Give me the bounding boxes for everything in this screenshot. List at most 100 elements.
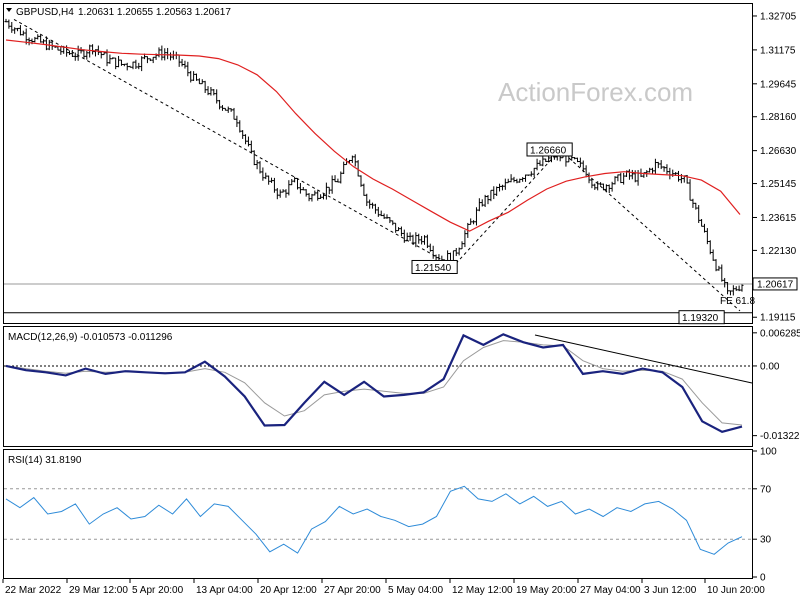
candle <box>483 194 487 207</box>
candle <box>128 65 132 68</box>
candle <box>316 190 320 201</box>
candle <box>651 167 655 174</box>
chart-menu-triangle-icon[interactable] <box>6 8 12 12</box>
rsi-axis-label: 70 <box>760 484 772 495</box>
candle <box>535 158 539 171</box>
candle <box>474 207 478 226</box>
candle <box>307 193 311 202</box>
candle <box>264 172 268 180</box>
candle <box>402 229 406 243</box>
candle <box>659 160 663 170</box>
candle <box>212 89 216 96</box>
candle <box>720 264 724 282</box>
candle <box>428 243 432 252</box>
candle <box>140 56 144 72</box>
candle <box>166 47 170 60</box>
candle <box>385 214 389 219</box>
candle <box>506 178 510 184</box>
candle <box>137 62 141 70</box>
candle <box>524 174 528 182</box>
price-axis-label: 1.22130 <box>760 246 797 257</box>
time-axis-label: 3 Jun 12:00 <box>644 585 697 596</box>
low-annotation: 1.21540 <box>411 259 458 274</box>
candle <box>414 232 418 248</box>
price-axis-label: 1.31175 <box>760 45 796 56</box>
candle <box>21 30 25 36</box>
candle <box>446 250 450 263</box>
candle <box>622 172 626 185</box>
candle <box>486 195 490 205</box>
candle <box>526 174 530 176</box>
price-panel-frame <box>3 3 753 324</box>
candle <box>668 167 672 180</box>
candle <box>255 159 259 170</box>
time-axis-label: 5 May 04:00 <box>388 585 443 596</box>
candle <box>515 178 519 184</box>
candle <box>119 59 123 66</box>
price-axis-label: 1.25145 <box>760 179 797 190</box>
candle <box>70 50 74 57</box>
candle <box>218 99 222 110</box>
candle <box>601 183 605 191</box>
candle <box>665 164 669 175</box>
candle <box>391 220 395 226</box>
candle <box>290 178 294 186</box>
candle <box>394 222 398 233</box>
candle <box>278 189 282 198</box>
candle <box>656 161 660 169</box>
candle <box>740 284 744 292</box>
candle <box>304 189 308 197</box>
ohlc-readout: 1.20631 1.20655 1.20563 1.20617 <box>78 7 231 18</box>
candle <box>197 78 201 85</box>
candle <box>700 218 704 227</box>
time-axis-label: 27 Apr 20:00 <box>324 585 381 596</box>
candle <box>627 169 631 180</box>
candle <box>477 198 481 212</box>
candle <box>521 177 525 182</box>
candle <box>99 51 103 59</box>
candle <box>509 174 513 183</box>
price-axis-label: 1.32705 <box>760 11 797 22</box>
candle <box>538 160 542 166</box>
candle <box>42 39 46 44</box>
price-chart-canvas[interactable]: ActionForex.com 1.26660 1.21540 1.19320FE … <box>0 0 800 600</box>
candle <box>518 178 522 183</box>
candle <box>723 277 727 288</box>
candle <box>313 190 317 196</box>
candle <box>76 45 80 61</box>
candle <box>359 175 363 187</box>
candle <box>223 107 227 111</box>
candle <box>350 155 354 163</box>
rsi-panel-frame <box>3 449 753 579</box>
candle <box>36 34 40 40</box>
macd-title: MACD(12,26,9) -0.010573 -0.011296 <box>8 332 173 343</box>
candle <box>541 156 545 167</box>
candle <box>492 186 496 200</box>
candle <box>648 167 652 173</box>
watermark-text: ActionForex.com <box>498 77 693 107</box>
candle <box>148 58 152 62</box>
candle <box>607 184 611 194</box>
candle <box>73 52 77 61</box>
candle <box>310 193 314 202</box>
candle <box>593 183 597 190</box>
candle <box>246 136 250 147</box>
target-annotation: 1.19320 <box>678 310 725 325</box>
candle <box>498 183 502 192</box>
candle <box>134 59 138 70</box>
price-axis-label: 1.29645 <box>760 79 797 90</box>
candle <box>382 213 386 219</box>
candle <box>688 179 692 201</box>
candle <box>39 34 43 43</box>
candle <box>238 120 242 133</box>
candle <box>111 57 115 60</box>
candle <box>4 18 8 23</box>
candle <box>653 158 657 175</box>
candle <box>206 86 210 96</box>
target-annotation-text: 1.19320 <box>682 313 719 324</box>
candle <box>267 175 271 185</box>
candle <box>697 205 701 224</box>
symbol-label: GBPUSD,H4 <box>16 7 74 18</box>
candle <box>353 154 357 167</box>
time-axis-label: 13 Apr 04:00 <box>196 585 253 596</box>
